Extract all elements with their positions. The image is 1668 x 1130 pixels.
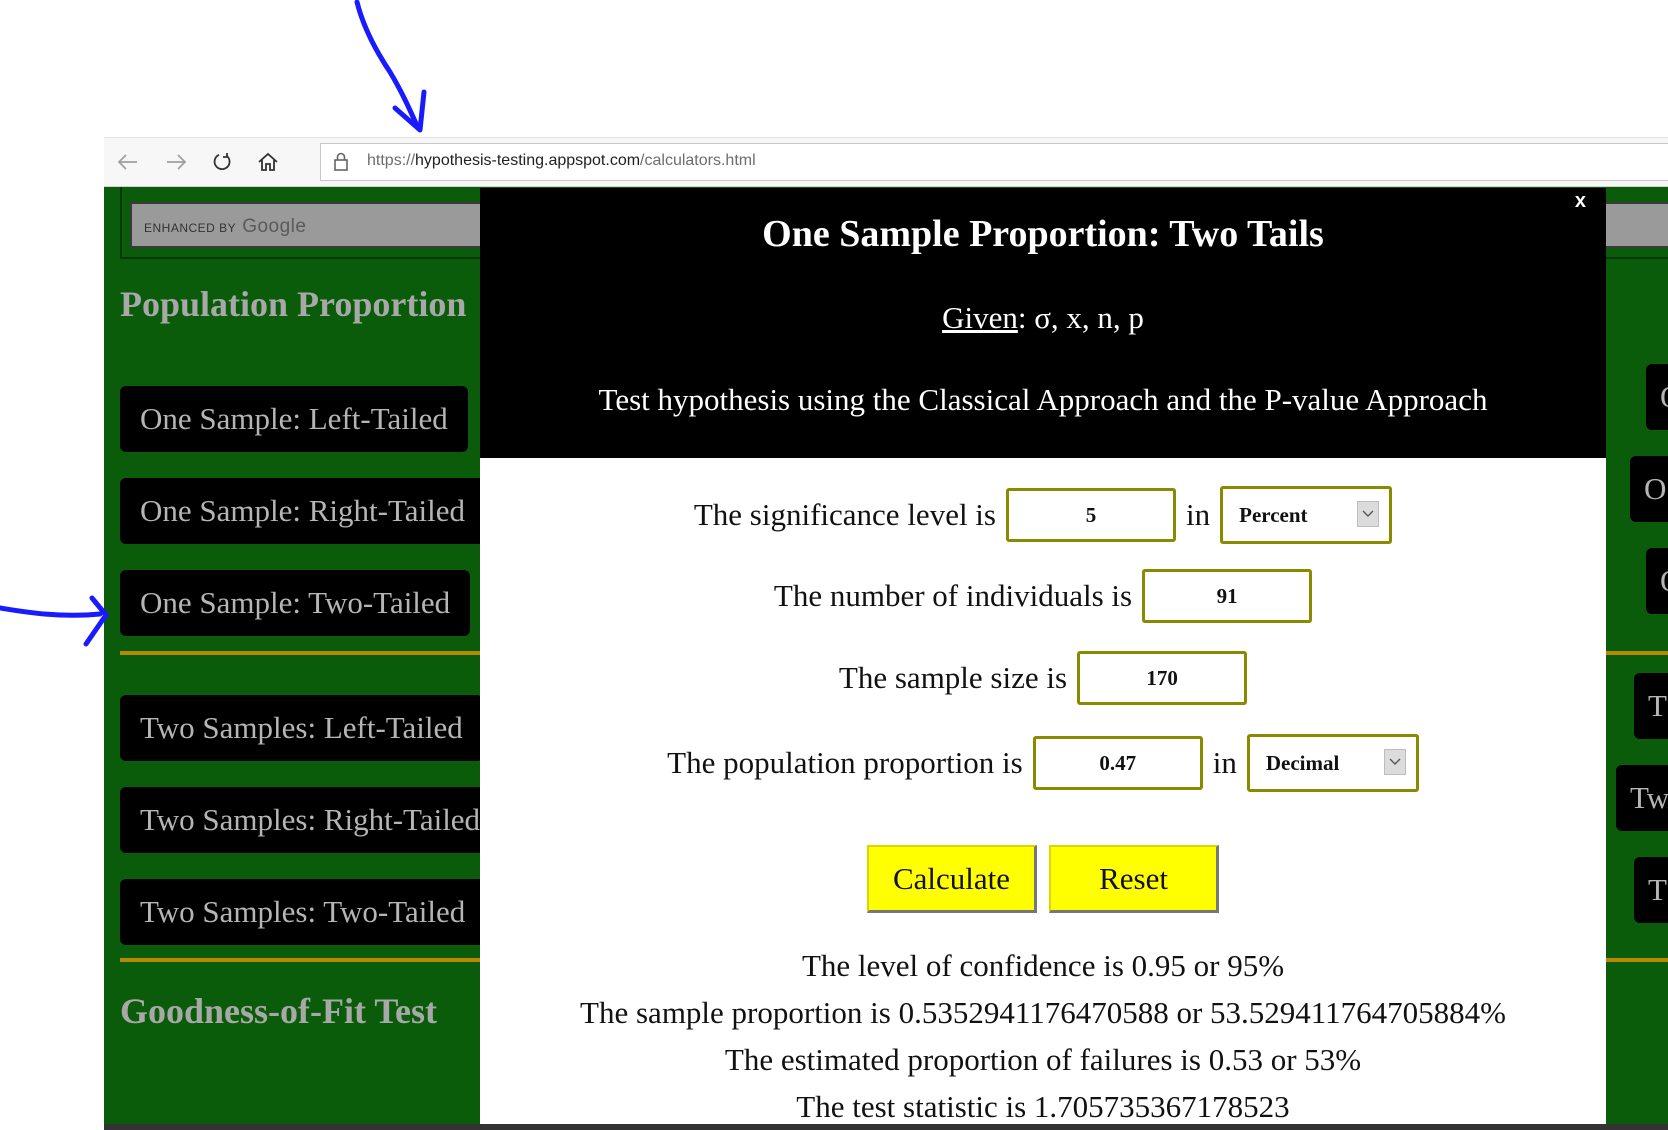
result-test-statistic: The test statistic is 1.705735367178523: [796, 1089, 1290, 1124]
significance-unit-select[interactable]: Percent: [1220, 486, 1393, 544]
sidebar-button-two-right[interactable]: Two Samples: Right-Tailed: [120, 787, 501, 853]
sidebar-button-one-left[interactable]: One Sample: Left-Tailed: [120, 386, 468, 452]
close-icon[interactable]: x: [1575, 190, 1586, 213]
browser-toolbar: https://hypothesis-testing.appspot.com/c…: [104, 137, 1668, 187]
search-branding: ENHANCED BY Google: [144, 216, 306, 238]
significance-input[interactable]: 5: [1006, 488, 1176, 542]
given-line: Given: σ, x, n, p: [480, 300, 1606, 336]
population-row: The population proportion is 0.47 in Dec…: [480, 734, 1606, 792]
bottom-scroll-edge: [104, 1124, 1668, 1130]
address-bar[interactable]: https://hypothesis-testing.appspot.com/c…: [320, 143, 1668, 181]
significance-unit-value: Percent: [1239, 503, 1308, 527]
given-values: : σ, x, n, p: [1017, 300, 1144, 335]
result-sample-proportion: The sample proportion is 0.5352941176470…: [580, 995, 1506, 1030]
population-input[interactable]: 0.47: [1032, 736, 1203, 790]
forward-icon[interactable]: [160, 146, 192, 178]
home-icon[interactable]: [252, 146, 284, 178]
right-column-button[interactable]: O: [1646, 548, 1668, 614]
sidebar-button-two-two[interactable]: Two Samples: Two-Tailed: [120, 879, 486, 945]
right-column-button[interactable]: T: [1634, 673, 1668, 739]
calculate-button[interactable]: Calculate: [867, 845, 1037, 913]
population-label: The population proportion is: [667, 745, 1023, 780]
significance-label: The significance level is: [693, 497, 996, 532]
url-text: https://hypothesis-testing.appspot.com/c…: [367, 152, 756, 170]
modal-header: x One Sample Proportion: Two Tails Given…: [480, 188, 1606, 458]
right-column-button[interactable]: T: [1634, 857, 1668, 923]
chevron-down-icon: [1357, 501, 1380, 527]
url-host: hypothesis-testing.appspot.com: [415, 152, 641, 169]
sample-size-input[interactable]: 170: [1077, 651, 1248, 705]
url-prefix: https://: [367, 152, 416, 169]
section-heading-goodness: Goodness-of-Fit Test: [120, 991, 438, 1031]
back-icon[interactable]: [112, 146, 144, 178]
pen-arrow-top: [354, 0, 421, 131]
population-unit-value: Decimal: [1265, 751, 1340, 775]
modal-description: Test hypothesis using the Classical Appr…: [598, 382, 1488, 417]
result-confidence: The level of confidence is 0.95 or 95%: [801, 948, 1285, 983]
right-column-button[interactable]: O: [1646, 364, 1668, 430]
chevron-down-icon: [1383, 749, 1406, 775]
right-column-button[interactable]: O: [1630, 456, 1668, 522]
sidebar-button-one-two[interactable]: One Sample: Two-Tailed: [120, 570, 471, 636]
modal-title: One Sample Proportion: Two Tails: [762, 213, 1324, 255]
calculator-modal: x One Sample Proportion: Two Tails Given…: [480, 188, 1606, 1130]
result-failures: The estimated proportion of failures is …: [724, 1042, 1362, 1077]
action-buttons: Calculate Reset: [480, 845, 1606, 913]
given-label: Given: [942, 300, 1018, 335]
lock-icon: [333, 152, 353, 172]
in-label: in: [1186, 497, 1211, 532]
individuals-row: The number of individuals is 91: [480, 569, 1606, 623]
individuals-label: The number of individuals is: [773, 578, 1133, 613]
sample-size-label: The sample size is: [838, 660, 1068, 695]
pen-arrow-top-head: [392, 89, 427, 133]
url-path: /calculators.html: [640, 152, 756, 169]
pen-arrow-left-head: [83, 595, 109, 647]
enhanced-by-text: ENHANCED BY: [144, 221, 237, 235]
sidebar-button-one-right[interactable]: One Sample: Right-Tailed: [120, 478, 485, 544]
in-label: in: [1212, 745, 1237, 780]
sample-size-row: The sample size is 170: [480, 651, 1606, 705]
significance-row: The significance level is 5 in Percent: [480, 486, 1606, 544]
population-unit-select[interactable]: Decimal: [1246, 734, 1419, 792]
pen-arrow-left: [0, 605, 103, 618]
individuals-input[interactable]: 91: [1142, 569, 1313, 623]
google-logo: Google: [242, 216, 307, 237]
section-heading-population: Population Proportion: [120, 284, 467, 324]
sidebar-button-two-left[interactable]: Two Samples: Left-Tailed: [120, 695, 483, 761]
reset-button[interactable]: Reset: [1049, 845, 1219, 913]
refresh-icon[interactable]: [206, 146, 238, 178]
right-column-button[interactable]: Tw: [1616, 765, 1668, 831]
